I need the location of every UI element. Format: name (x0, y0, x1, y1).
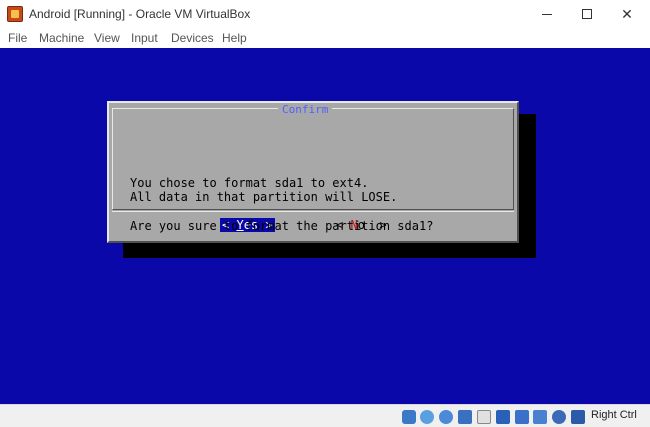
dialog-title: Confirm (278, 104, 333, 115)
hard-disk-icon[interactable] (402, 410, 416, 424)
window-title: Android [Running] - Oracle VM VirtualBox (29, 7, 251, 21)
usb-icon[interactable] (477, 410, 491, 424)
close-button[interactable]: ✕ (607, 0, 647, 28)
virtualbox-app-icon (7, 6, 23, 22)
menu-view[interactable]: View (94, 31, 120, 45)
status-bar: Right Ctrl (0, 404, 650, 427)
confirm-question: Are you sure to format the partition sda… (130, 219, 434, 233)
menu-machine[interactable]: Machine (39, 31, 84, 45)
menu-input[interactable]: Input (131, 31, 158, 45)
message-line-2: All data in that partition will LOSE. (130, 190, 398, 204)
video-capture-icon[interactable] (533, 410, 547, 424)
menu-file[interactable]: File (8, 31, 27, 45)
cpu-icon[interactable] (552, 410, 566, 424)
display-icon[interactable] (515, 410, 529, 424)
menu-help[interactable]: Help (222, 31, 247, 45)
audio-icon[interactable] (439, 410, 453, 424)
message-line-1: You chose to format sda1 to ext4. (130, 176, 369, 190)
minimize-icon (542, 13, 552, 15)
maximize-button[interactable] (567, 0, 607, 28)
title-bar: Android [Running] - Oracle VM VirtualBox… (0, 0, 650, 28)
maximize-icon (582, 9, 592, 19)
close-icon: ✕ (621, 5, 633, 22)
optical-drive-icon[interactable] (420, 410, 434, 424)
mouse-integration-icon[interactable] (571, 410, 585, 424)
minimize-button[interactable] (527, 0, 567, 28)
host-key-label: Right Ctrl (591, 409, 637, 421)
network-icon[interactable] (458, 410, 472, 424)
shared-folders-icon[interactable] (496, 410, 510, 424)
menu-bar: File Machine View Input Devices Help (0, 28, 650, 48)
menu-devices[interactable]: Devices (171, 31, 214, 45)
